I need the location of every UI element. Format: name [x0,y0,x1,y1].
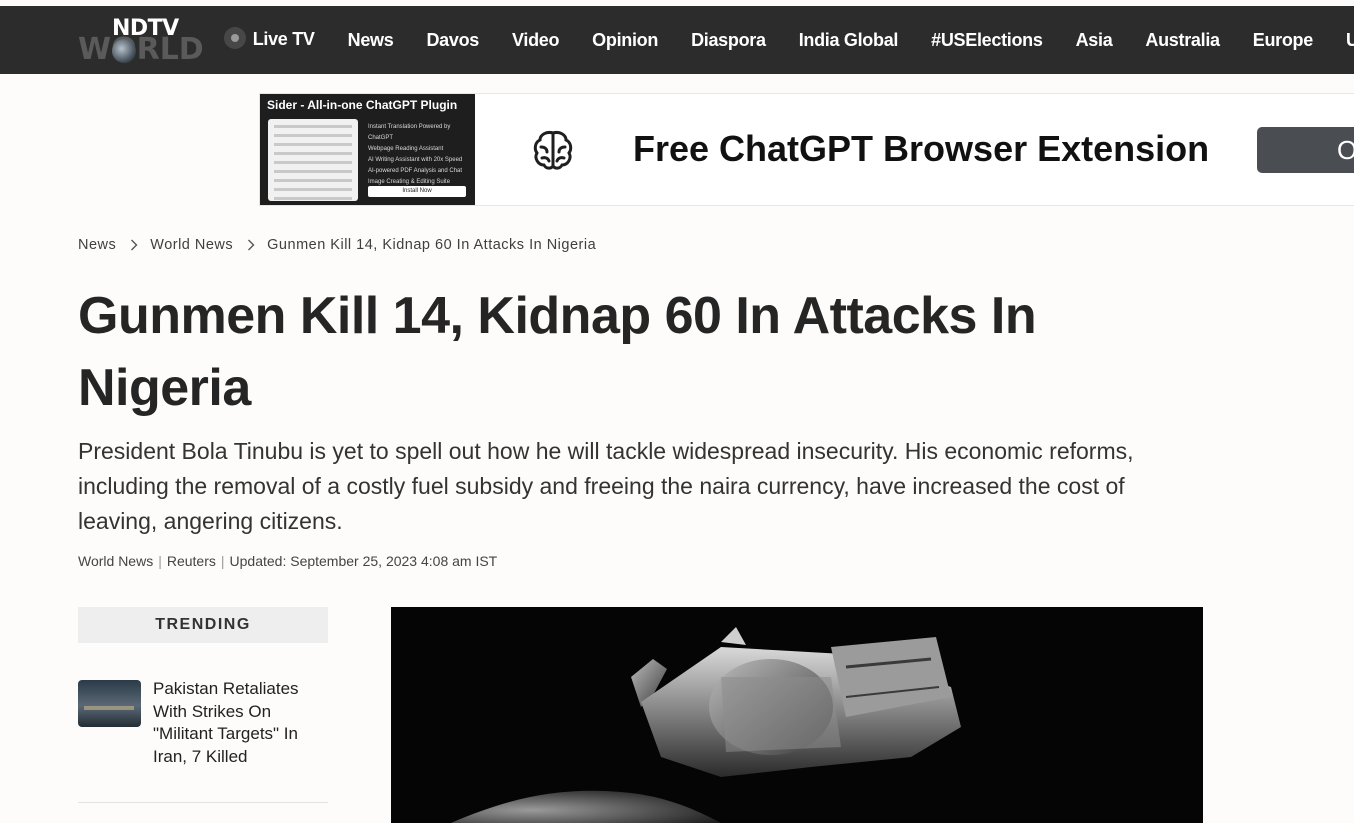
breadcrumb-news[interactable]: News [78,237,116,253]
main-nav: Live TV News Davos Video Opinion Diaspor… [224,6,1354,74]
nav-item-europe[interactable]: Europe [1253,30,1314,51]
breadcrumb-world-news[interactable]: World News [150,237,233,253]
ad-thumbnail: Sider - All-in-one ChatGPT Plugin Instan… [260,94,475,205]
nav-item-davos[interactable]: Davos [426,30,479,51]
nav-item-australia[interactable]: Australia [1145,30,1220,51]
trending-thumbnail [78,680,141,727]
breadcrumb: News World News Gunmen Kill 14, Kidnap 6… [78,237,596,253]
live-dot-icon [224,27,246,50]
ad-headline: Free ChatGPT Browser Extension [633,128,1210,169]
meta-source-link[interactable]: Reuters [167,553,216,569]
article-summary: President Bola Tinubu is yet to spell ou… [78,438,1134,534]
ndtv-world-logo[interactable]: NDTV WORLD [78,16,204,67]
chevron-right-icon [131,239,138,251]
brain-icon [533,131,573,170]
nav-item-diaspora[interactable]: Diaspora [691,30,766,51]
nav-item-label: Live TV [252,28,315,49]
nav-item-live-tv[interactable]: Live TV [224,27,315,51]
nav-item-video[interactable]: Video [512,30,559,51]
logo-world-text: WORLD [78,32,204,67]
ad-thumb-install: Install Now [368,186,466,197]
breadcrumb-current: Gunmen Kill 14, Kidnap 60 In Attacks In … [267,237,597,253]
nav-item-us-elections[interactable]: #USElections [931,30,1043,51]
globe-icon [112,39,136,63]
nav-item-asia[interactable]: Asia [1076,30,1113,51]
meta-updated: Updated: September 25, 2023 4:08 am IST [229,553,498,569]
chevron-right-icon [248,239,255,251]
article-meta: World News | Reuters | Updated: September 25… [78,553,498,569]
ad-thumb-features: Instant Translation Powered by ChatGPT W… [368,124,463,185]
ad-thumb-panel [268,119,358,201]
article-hero-image [391,607,1203,823]
top-nav-bar: NDTV WORLD Live TV News Davos Video Opin… [0,6,1354,74]
ad-thumb-title: Sider - All-in-one ChatGPT Plugin [267,98,458,112]
nav-item-uk[interactable]: UK [1346,30,1354,51]
trending-divider [78,802,328,803]
nav-item-opinion[interactable]: Opinion [592,30,658,51]
nav-item-news[interactable]: News [348,30,394,51]
revolver-image [391,607,1203,823]
meta-category-link[interactable]: World News [78,553,153,569]
ad-open-button[interactable]: O [1257,127,1354,173]
trending-item-title: Pakistan Retaliates With Strikes On "Mil… [153,679,299,766]
nav-item-india-global[interactable]: India Global [799,30,899,51]
trending-header: TRENDING [78,607,328,643]
article-headline: Gunmen Kill 14, Kidnap 60 In Attacks In … [78,287,1037,417]
ad-banner[interactable]: Sider - All-in-one ChatGPT Plugin Instan… [259,93,1354,206]
trending-item[interactable]: Pakistan Retaliates With Strikes On "Mil… [78,678,328,768]
